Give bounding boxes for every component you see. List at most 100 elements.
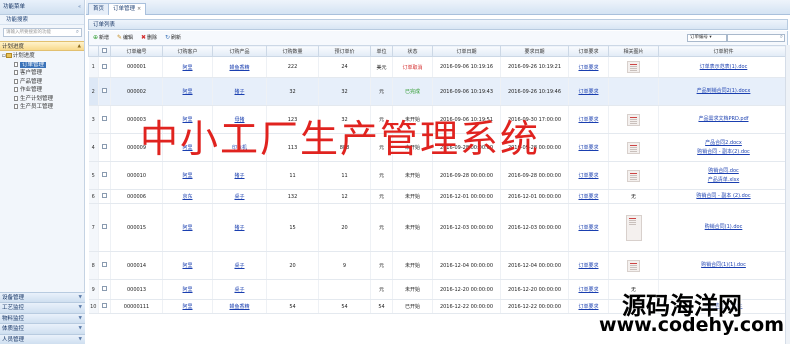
add-button[interactable]: ⊕新增 [93,34,109,42]
row-checkbox[interactable] [102,286,107,291]
customer-link[interactable]: 阿里 [162,161,213,190]
section-process-monitor[interactable]: 工艺监控 ▼ [0,302,85,313]
section-material-monitor[interactable]: 物料监控 ▼ [0,312,85,323]
related-image-cell[interactable] [608,203,659,252]
row-checkbox-cell[interactable] [98,203,111,252]
tree-item-customer-management[interactable]: 客户管理 [2,69,84,78]
product-link[interactable]: 鳗鱼香精 [212,299,267,314]
related-image-cell[interactable] [608,77,659,106]
order-requirement-link[interactable]: 订单要求 [568,56,609,78]
col-header-order-date[interactable]: 订单日期 [432,45,501,57]
vertical-scrollbar[interactable] [785,45,790,344]
order-requirement-link[interactable]: 订单要求 [568,77,609,106]
close-tab-icon[interactable]: × [137,6,141,12]
col-header-status[interactable]: 状态 [392,45,433,57]
product-link[interactable]: 鳗鱼香精 [212,56,267,78]
row-checkbox[interactable] [102,193,107,198]
tree-item-production-plan[interactable]: 生产计划管理 [2,95,84,104]
attachment-cell[interactable]: 产品到销合同2(1).docx [658,77,789,106]
related-image-cell[interactable] [608,56,659,78]
col-header-required-date[interactable]: 要求日期 [500,45,569,57]
col-header-quantity[interactable]: 订购数量 [266,45,319,57]
col-header-unit[interactable]: 单位 [370,45,393,57]
attachment-link[interactable]: 产品清单.xlsx [659,176,788,185]
attachment-cell[interactable]: 订单表示范表(1).doc [658,56,789,78]
attachment-link[interactable]: 购销合同(1).doc [659,223,788,232]
order-requirement-link[interactable]: 订单要求 [568,299,609,314]
refresh-button[interactable]: ↻刷新 [165,34,181,42]
row-checkbox[interactable] [102,144,107,149]
image-thumbnail[interactable] [627,61,640,73]
image-thumbnail[interactable] [625,214,642,241]
row-checkbox-cell[interactable] [98,77,111,106]
search-icon[interactable]: ⌕ [780,34,783,41]
tree-item-production-staff[interactable]: 生产员工管理 [2,103,84,112]
row-checkbox-cell[interactable] [98,161,111,190]
col-header-attachment[interactable]: 订单附件 [658,45,789,57]
table-row[interactable]: 7 000015 阿里 猪子 15 20 元未开始 2016-12-03 00:00:00 20… [88,203,789,252]
attachment-link[interactable]: 购销合同 - 副本 (2).doc [659,192,788,201]
product-link[interactable]: 桌子 [212,189,267,204]
attachment-cell[interactable]: 购销合同 - 副本 (2).doc [658,189,789,204]
tree-root[interactable]: ▫ 计划进度 [2,52,84,61]
product-link[interactable]: 桌子 [212,251,267,280]
filter-search-input[interactable]: ⌕ [727,34,785,42]
attachment-cell[interactable]: 产品需求文档PRD.pdf [658,105,789,134]
related-image-cell[interactable] [608,133,659,162]
row-checkbox[interactable] [102,88,107,93]
col-header-unit-price[interactable]: 预订单价 [318,45,371,57]
attachment-link[interactable]: 产品到销合同2(1).docx [659,87,788,96]
col-header-order-requirement[interactable]: 订单要求 [568,45,609,57]
attachment-link[interactable]: 购销合同(1)(1).doc [659,261,788,270]
section-equipment[interactable]: 设备管理 ▼ [0,291,85,302]
order-requirement-link[interactable]: 订单要求 [568,279,609,300]
col-header-order-id[interactable]: 订单编号 [110,45,163,57]
image-thumbnail[interactable] [627,141,640,154]
product-link[interactable]: 桌子 [212,279,267,300]
related-image-cell[interactable] [608,161,659,190]
filter-field-select[interactable]: 订单编号 ▾ [687,34,727,42]
tree-item-job-management[interactable]: 作业管理 [2,86,84,95]
table-row[interactable]: 5 000010 阿里 猪子 11 11 元未开始 2016-09-28 00:00:00 20… [88,161,789,190]
product-link[interactable]: 猪子 [212,77,267,106]
attachment-link[interactable]: 购销合同.doc [659,167,788,176]
customer-link[interactable]: 京东 [162,189,213,204]
row-checkbox[interactable] [102,303,107,308]
attachment-cell[interactable]: 购销合同.doc 产品清单.xlsx [658,161,789,190]
table-row[interactable]: 6 000006 京东 桌子 132 12 元未开始 2016-12-01 00:00:00 2… [88,189,789,204]
customer-link[interactable]: 阿里 [162,77,213,106]
row-checkbox-cell[interactable] [98,133,111,162]
attachment-cell[interactable]: 购销合同(1).doc [658,203,789,252]
row-checkbox[interactable] [102,262,107,267]
order-requirement-link[interactable]: 订单要求 [568,251,609,280]
attachment-link[interactable]: 产品需求文档PRD.pdf [659,115,788,124]
select-all-checkbox-cell[interactable] [98,45,111,57]
image-thumbnail[interactable] [627,169,640,182]
col-header-product[interactable]: 订购产品 [212,45,267,57]
col-header-customer[interactable]: 订购客户 [162,45,213,57]
product-link[interactable]: 猪子 [212,203,267,252]
row-checkbox-cell[interactable] [98,251,111,280]
row-checkbox[interactable] [102,116,107,121]
product-link[interactable]: 猪子 [212,161,267,190]
search-icon[interactable]: ⌕ [76,29,79,36]
row-checkbox[interactable] [102,63,107,69]
order-requirement-link[interactable]: 订单要求 [568,203,609,252]
delete-button[interactable]: ✖删除 [141,34,157,42]
function-search-input[interactable]: 请输入所要搜索的功能 ⌕ [3,28,82,37]
tab-order-management[interactable]: 订单管理 × [108,3,147,15]
tree-item-product-management[interactable]: 产品管理 [2,78,84,87]
select-all-checkbox[interactable] [102,47,107,53]
order-requirement-link[interactable]: 订单要求 [568,105,609,134]
row-checkbox-cell[interactable] [98,105,111,134]
order-requirement-link[interactable]: 订单要求 [568,189,609,204]
row-checkbox[interactable] [102,172,107,177]
table-row[interactable]: 2 000002 阿里 猪子 32 32 元已完成 2016-09-06 10:19:43 20… [88,77,789,106]
customer-link[interactable]: 阿里 [162,56,213,78]
customer-link[interactable]: 阿里 [162,299,213,314]
customer-link[interactable]: 阿里 [162,203,213,252]
customer-link[interactable]: 阿里 [162,251,213,280]
image-thumbnail[interactable] [627,259,640,272]
table-row[interactable]: 1 000001 阿里 鳗鱼香精 222 24 美元 订单取消 2016-09-06 10:19… [88,56,789,78]
related-image-cell[interactable] [608,251,659,280]
